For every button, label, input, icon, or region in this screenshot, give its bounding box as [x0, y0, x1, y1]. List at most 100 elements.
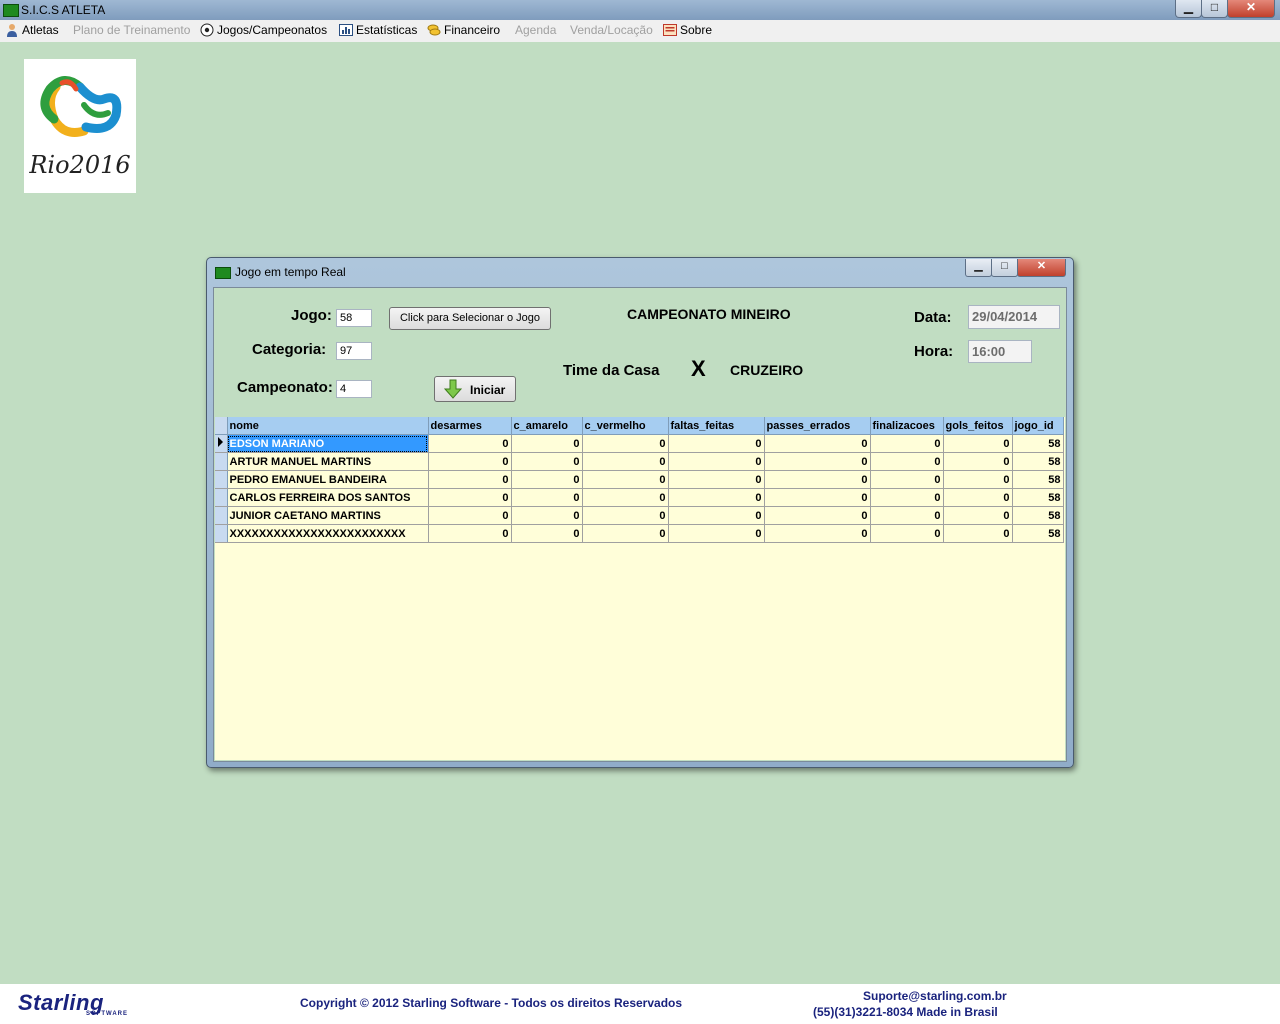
cell-c-amarelo[interactable]: 0 [511, 506, 583, 525]
cell-finalizacoes[interactable]: 0 [870, 488, 944, 507]
row-indicator[interactable] [215, 452, 228, 471]
stats-grid[interactable]: nome desarmes c_amarelo c_vermelho falta… [215, 417, 1065, 760]
dialog-maximize-button[interactable]: □ [991, 259, 1018, 277]
maximize-button[interactable]: □ [1201, 0, 1228, 18]
cell-gols-feitos[interactable]: 0 [943, 452, 1013, 471]
cell-passes-errados[interactable]: 0 [764, 488, 871, 507]
row-indicator[interactable] [215, 488, 228, 507]
support-email[interactable]: Suporte@starling.com.br [863, 989, 1007, 1003]
cell-desarmes[interactable]: 0 [428, 452, 512, 471]
cell-jogo-id[interactable]: 58 [1012, 434, 1064, 453]
menu-estatisticas[interactable]: Estatísticas [339, 23, 417, 39]
cell-c-vermelho[interactable]: 0 [582, 434, 669, 453]
cell-c-vermelho[interactable]: 0 [582, 524, 669, 543]
cell-gols-feitos[interactable]: 0 [943, 488, 1013, 507]
menu-jogos-campeonatos[interactable]: Jogos/Campeonatos [200, 23, 327, 39]
col-header-gols-feitos[interactable]: gols_feitos [943, 417, 1013, 435]
cell-c-vermelho[interactable]: 0 [582, 452, 669, 471]
cell-passes-errados[interactable]: 0 [764, 470, 871, 489]
cell-c-amarelo[interactable]: 0 [511, 524, 583, 543]
col-header-jogo-id[interactable]: jogo_id [1012, 417, 1064, 435]
cell-desarmes[interactable]: 0 [428, 524, 512, 543]
data-field[interactable]: 29/04/2014 [968, 305, 1060, 329]
cell-passes-errados[interactable]: 0 [764, 506, 871, 525]
cell-gols-feitos[interactable]: 0 [943, 524, 1013, 543]
table-row[interactable]: PEDRO EMANUEL BANDEIRA 0 0 0 0 0 0 0 58 [215, 470, 1064, 489]
cell-gols-feitos[interactable]: 0 [943, 470, 1013, 489]
cell-faltas-feitas[interactable]: 0 [668, 524, 765, 543]
row-indicator[interactable] [215, 506, 228, 525]
cell-jogo-id[interactable]: 58 [1012, 470, 1064, 489]
minimize-button[interactable]: ▁ [1175, 0, 1202, 18]
dialog-close-button[interactable]: ✕ [1017, 259, 1066, 277]
row-indicator[interactable] [215, 470, 228, 489]
cell-passes-errados[interactable]: 0 [764, 524, 871, 543]
cell-jogo-id[interactable]: 58 [1012, 488, 1064, 507]
row-indicator[interactable] [215, 434, 228, 453]
col-header-finalizacoes[interactable]: finalizacoes [870, 417, 944, 435]
cell-c-amarelo[interactable]: 0 [511, 452, 583, 471]
close-button[interactable]: ✕ [1227, 0, 1275, 18]
cell-nome[interactable]: PEDRO EMANUEL BANDEIRA [227, 470, 429, 489]
cell-c-vermelho[interactable]: 0 [582, 488, 669, 507]
menu-atletas[interactable]: Atletas [5, 23, 59, 39]
cell-c-amarelo[interactable]: 0 [511, 434, 583, 453]
cell-desarmes[interactable]: 0 [428, 470, 512, 489]
col-header-c-vermelho[interactable]: c_vermelho [582, 417, 669, 435]
cell-finalizacoes[interactable]: 0 [870, 452, 944, 471]
col-header-c-amarelo[interactable]: c_amarelo [511, 417, 583, 435]
cell-c-vermelho[interactable]: 0 [582, 506, 669, 525]
cell-faltas-feitas[interactable]: 0 [668, 452, 765, 471]
cell-faltas-feitas[interactable]: 0 [668, 488, 765, 507]
cell-c-amarelo[interactable]: 0 [511, 470, 583, 489]
cell-nome[interactable]: ARTUR MANUEL MARTINS [227, 452, 429, 471]
versus-label: X [691, 356, 706, 381]
menu-financeiro[interactable]: Financeiro [427, 23, 500, 39]
hora-field[interactable]: 16:00 [968, 340, 1032, 363]
cell-finalizacoes[interactable]: 0 [870, 524, 944, 543]
cell-jogo-id[interactable]: 58 [1012, 524, 1064, 543]
cell-passes-errados[interactable]: 0 [764, 452, 871, 471]
col-header-passes-errados[interactable]: passes_errados [764, 417, 871, 435]
table-row[interactable]: CARLOS FERREIRA DOS SANTOS 0 0 0 0 0 0 0 58 [215, 488, 1064, 507]
cell-jogo-id[interactable]: 58 [1012, 506, 1064, 525]
col-header-nome[interactable]: nome [227, 417, 429, 435]
table-row[interactable]: ARTUR MANUEL MARTINS 0 0 0 0 0 0 0 58 [215, 452, 1064, 471]
menu-agenda[interactable]: Agenda [515, 23, 556, 39]
cell-nome[interactable]: JUNIOR CAETANO MARTINS [227, 506, 429, 525]
table-row[interactable]: XXXXXXXXXXXXXXXXXXXXXXXX 0 0 0 0 0 0 0 58 [215, 524, 1064, 543]
cell-nome[interactable]: EDSON MARIANO [227, 434, 429, 453]
menu-sobre[interactable]: Sobre [663, 23, 712, 39]
categoria-field[interactable]: 97 [336, 342, 372, 360]
cell-desarmes[interactable]: 0 [428, 434, 512, 453]
cell-desarmes[interactable]: 0 [428, 506, 512, 525]
cell-passes-errados[interactable]: 0 [764, 434, 871, 453]
cell-desarmes[interactable]: 0 [428, 488, 512, 507]
row-indicator[interactable] [215, 524, 228, 543]
cell-finalizacoes[interactable]: 0 [870, 506, 944, 525]
cell-c-vermelho[interactable]: 0 [582, 470, 669, 489]
cell-c-amarelo[interactable]: 0 [511, 488, 583, 507]
cell-nome[interactable]: XXXXXXXXXXXXXXXXXXXXXXXX [227, 524, 429, 543]
cell-faltas-feitas[interactable]: 0 [668, 470, 765, 489]
cell-nome[interactable]: CARLOS FERREIRA DOS SANTOS [227, 488, 429, 507]
cell-finalizacoes[interactable]: 0 [870, 434, 944, 453]
dialog-minimize-button[interactable]: ▁ [965, 259, 992, 277]
cell-gols-feitos[interactable]: 0 [943, 506, 1013, 525]
start-button[interactable]: Iniciar [434, 376, 516, 402]
jogo-field[interactable]: 58 [336, 309, 372, 327]
table-row[interactable]: JUNIOR CAETANO MARTINS 0 0 0 0 0 0 0 58 [215, 506, 1064, 525]
menu-venda-locacao[interactable]: Venda/Locação [570, 23, 653, 39]
table-row[interactable]: EDSON MARIANO 0 0 0 0 0 0 0 58 [215, 434, 1064, 453]
col-header-faltas-feitas[interactable]: faltas_feitas [668, 417, 765, 435]
col-header-desarmes[interactable]: desarmes [428, 417, 512, 435]
cell-finalizacoes[interactable]: 0 [870, 470, 944, 489]
campeonato-field[interactable]: 4 [336, 380, 372, 398]
menu-plano-treinamento[interactable]: Plano de Treinamento [73, 23, 190, 39]
cell-faltas-feitas[interactable]: 0 [668, 434, 765, 453]
cell-jogo-id[interactable]: 58 [1012, 452, 1064, 471]
championship-name: CAMPEONATO MINEIRO [627, 306, 791, 322]
cell-gols-feitos[interactable]: 0 [943, 434, 1013, 453]
select-game-button[interactable]: Click para Selecionar o Jogo [389, 307, 551, 330]
cell-faltas-feitas[interactable]: 0 [668, 506, 765, 525]
